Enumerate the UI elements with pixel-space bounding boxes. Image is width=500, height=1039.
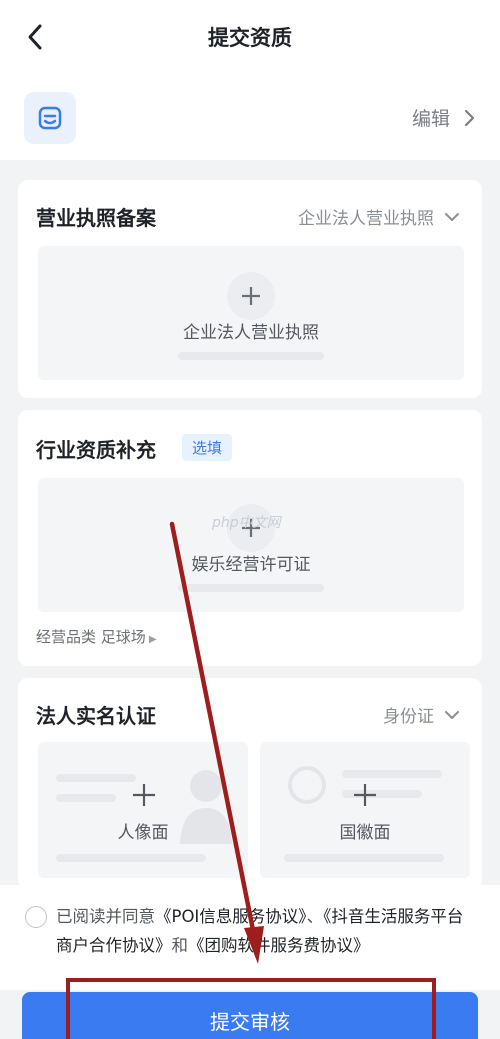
industry-qualification-card: 行业资质补充 选填 娱乐经营许可证 经营品类 足球场 ▶ xyxy=(18,410,482,666)
watermark: php中文网 xyxy=(212,515,281,531)
chevron-down-icon xyxy=(445,710,459,719)
poi-agreement-link[interactable]: 《POI信息服务协议》 xyxy=(155,907,307,926)
agreement-separator: 、 xyxy=(306,907,324,926)
plus-icon xyxy=(227,272,275,320)
entertainment-license-upload-label: 娱乐经营许可证 xyxy=(191,555,311,575)
store-row: 编辑 xyxy=(0,80,500,160)
agreement-and: 和 xyxy=(171,936,189,955)
placeholder-line xyxy=(56,854,206,862)
agree-checkbox[interactable] xyxy=(25,906,47,928)
plus-icon xyxy=(354,784,376,806)
edit-store-button[interactable]: 编辑 xyxy=(412,104,476,131)
plus-icon xyxy=(133,784,155,806)
portrait-side-label: 人像面 xyxy=(117,823,169,843)
agreement-prefix: 已阅读并同意 xyxy=(56,907,155,926)
business-license-card: 营业执照备案 企业法人营业执照 企业法人营业执照 xyxy=(18,180,482,398)
business-category[interactable]: 经营品类 足球场 ▶ xyxy=(36,626,157,647)
license-type-value: 企业法人营业执照 xyxy=(298,209,434,229)
placeholder-line xyxy=(56,774,136,782)
business-license-upload-label: 企业法人营业执照 xyxy=(183,323,319,343)
business-category-label: 经营品类 xyxy=(36,628,97,646)
business-category-value: 足球场 xyxy=(100,628,146,646)
placeholder-line xyxy=(56,794,116,802)
entertainment-license-upload[interactable]: 娱乐经营许可证 xyxy=(38,478,464,612)
store-avatar xyxy=(24,92,76,144)
legal-identity-card: 法人实名认证 身份证 人像面 国徽面 xyxy=(18,678,482,890)
placeholder-line xyxy=(178,584,324,592)
id-emblem-upload[interactable]: 国徽面 xyxy=(260,742,470,878)
groupbuy-fee-agreement-link[interactable]: 《团购软件服务费协议》 xyxy=(188,936,370,955)
chevron-down-icon xyxy=(445,212,459,221)
placeholder-line xyxy=(284,854,444,862)
submit-review-button[interactable]: 提交审核 xyxy=(22,992,478,1039)
id-type-selector[interactable]: 身份证 xyxy=(383,702,460,727)
edit-label: 编辑 xyxy=(411,108,450,130)
emblem-placeholder-icon xyxy=(288,766,326,804)
agreement-text: 已阅读并同意《POI信息服务协议》、《抖音生活服务平台商户合作协议》和《团购软件… xyxy=(56,902,476,960)
placeholder-line xyxy=(342,770,442,778)
id-type-value: 身份证 xyxy=(383,707,434,727)
placeholder-line xyxy=(178,352,324,360)
license-type-selector[interactable]: 企业法人营业执照 xyxy=(298,204,460,229)
triangle-right-icon: ▶ xyxy=(148,634,157,645)
optional-tag: 选填 xyxy=(182,434,233,461)
store-icon xyxy=(38,106,62,130)
top-bar: 提交资质 xyxy=(0,0,500,80)
business-license-upload[interactable]: 企业法人营业执照 xyxy=(38,246,464,380)
business-license-title: 营业执照备案 xyxy=(36,206,156,230)
legal-identity-title: 法人实名认证 xyxy=(36,704,156,728)
industry-qualification-title: 行业资质补充 xyxy=(36,438,156,462)
emblem-side-label: 国徽面 xyxy=(339,823,391,843)
page-title: 提交资质 xyxy=(208,26,292,50)
chevron-right-icon xyxy=(464,109,475,126)
id-portrait-upload[interactable]: 人像面 xyxy=(38,742,248,878)
